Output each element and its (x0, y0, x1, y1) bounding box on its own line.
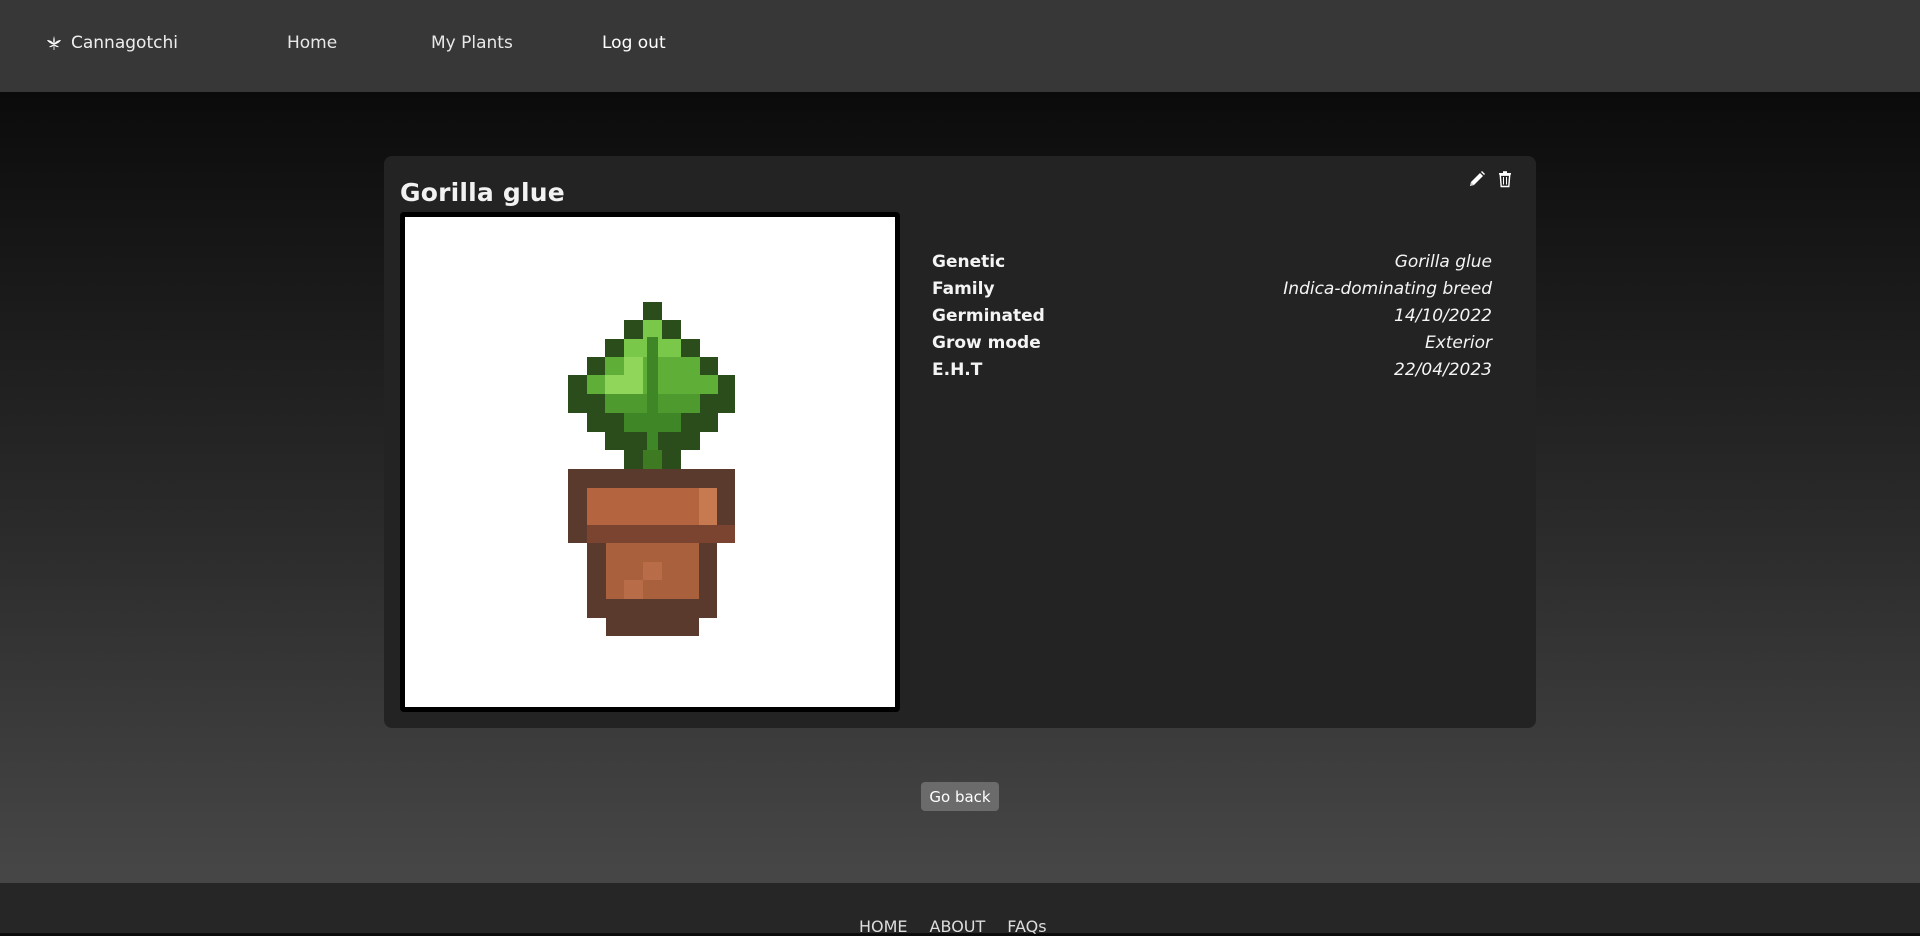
detail-value: 14/10/2022 (1394, 305, 1492, 326)
detail-label: Genetic (932, 251, 1006, 272)
potted-plant-image (568, 302, 735, 636)
top-navbar: Cannagotchi Home My Plants Log out (0, 0, 1920, 92)
nav-home[interactable]: Home (287, 33, 337, 53)
pencil-icon (1470, 171, 1485, 186)
footer-link-home[interactable]: HOME (859, 917, 908, 936)
plant-title: Gorilla glue (400, 178, 565, 207)
go-back-button[interactable]: Go back (921, 782, 999, 811)
detail-value: Indica-dominating breed (1283, 278, 1492, 299)
detail-row-germinated: Germinated 14/10/2022 (932, 302, 1492, 329)
brand-name: Cannagotchi (71, 33, 178, 53)
footer-links: HOME ABOUT FAQs (859, 917, 1047, 936)
card-actions (1468, 170, 1514, 188)
detail-row-grow-mode: Grow mode Exterior (932, 329, 1492, 356)
detail-label: Grow mode (932, 332, 1041, 353)
delete-button[interactable] (1496, 170, 1514, 188)
detail-row-genetic: Genetic Gorilla glue (932, 248, 1492, 275)
detail-value: Gorilla glue (1394, 251, 1492, 272)
cannabis-leaf-icon (47, 36, 61, 50)
detail-row-eht: E.H.T 22/04/2023 (932, 356, 1492, 383)
detail-value: Exterior (1424, 332, 1492, 353)
plant-image-frame (400, 212, 900, 712)
footer: HOME ABOUT FAQs (0, 883, 1920, 936)
detail-value: 22/04/2023 (1394, 359, 1492, 380)
edit-button[interactable] (1468, 170, 1486, 188)
brand-link[interactable]: Cannagotchi (46, 33, 178, 53)
plant-card: Gorilla glue Genetic Gorilla glue Family… (384, 156, 1536, 728)
plant-details: Genetic Gorilla glue Family Indica-domin… (932, 248, 1492, 383)
footer-link-faqs[interactable]: FAQs (1007, 917, 1046, 936)
detail-label: Family (932, 278, 995, 299)
detail-row-family: Family Indica-dominating breed (932, 275, 1492, 302)
nav-logout[interactable]: Log out (602, 33, 666, 53)
footer-link-about[interactable]: ABOUT (930, 917, 986, 936)
detail-label: E.H.T (932, 359, 983, 380)
detail-label: Germinated (932, 305, 1045, 326)
trash-icon (1499, 171, 1511, 188)
plant-image (405, 217, 895, 707)
nav-my-plants[interactable]: My Plants (431, 33, 513, 53)
